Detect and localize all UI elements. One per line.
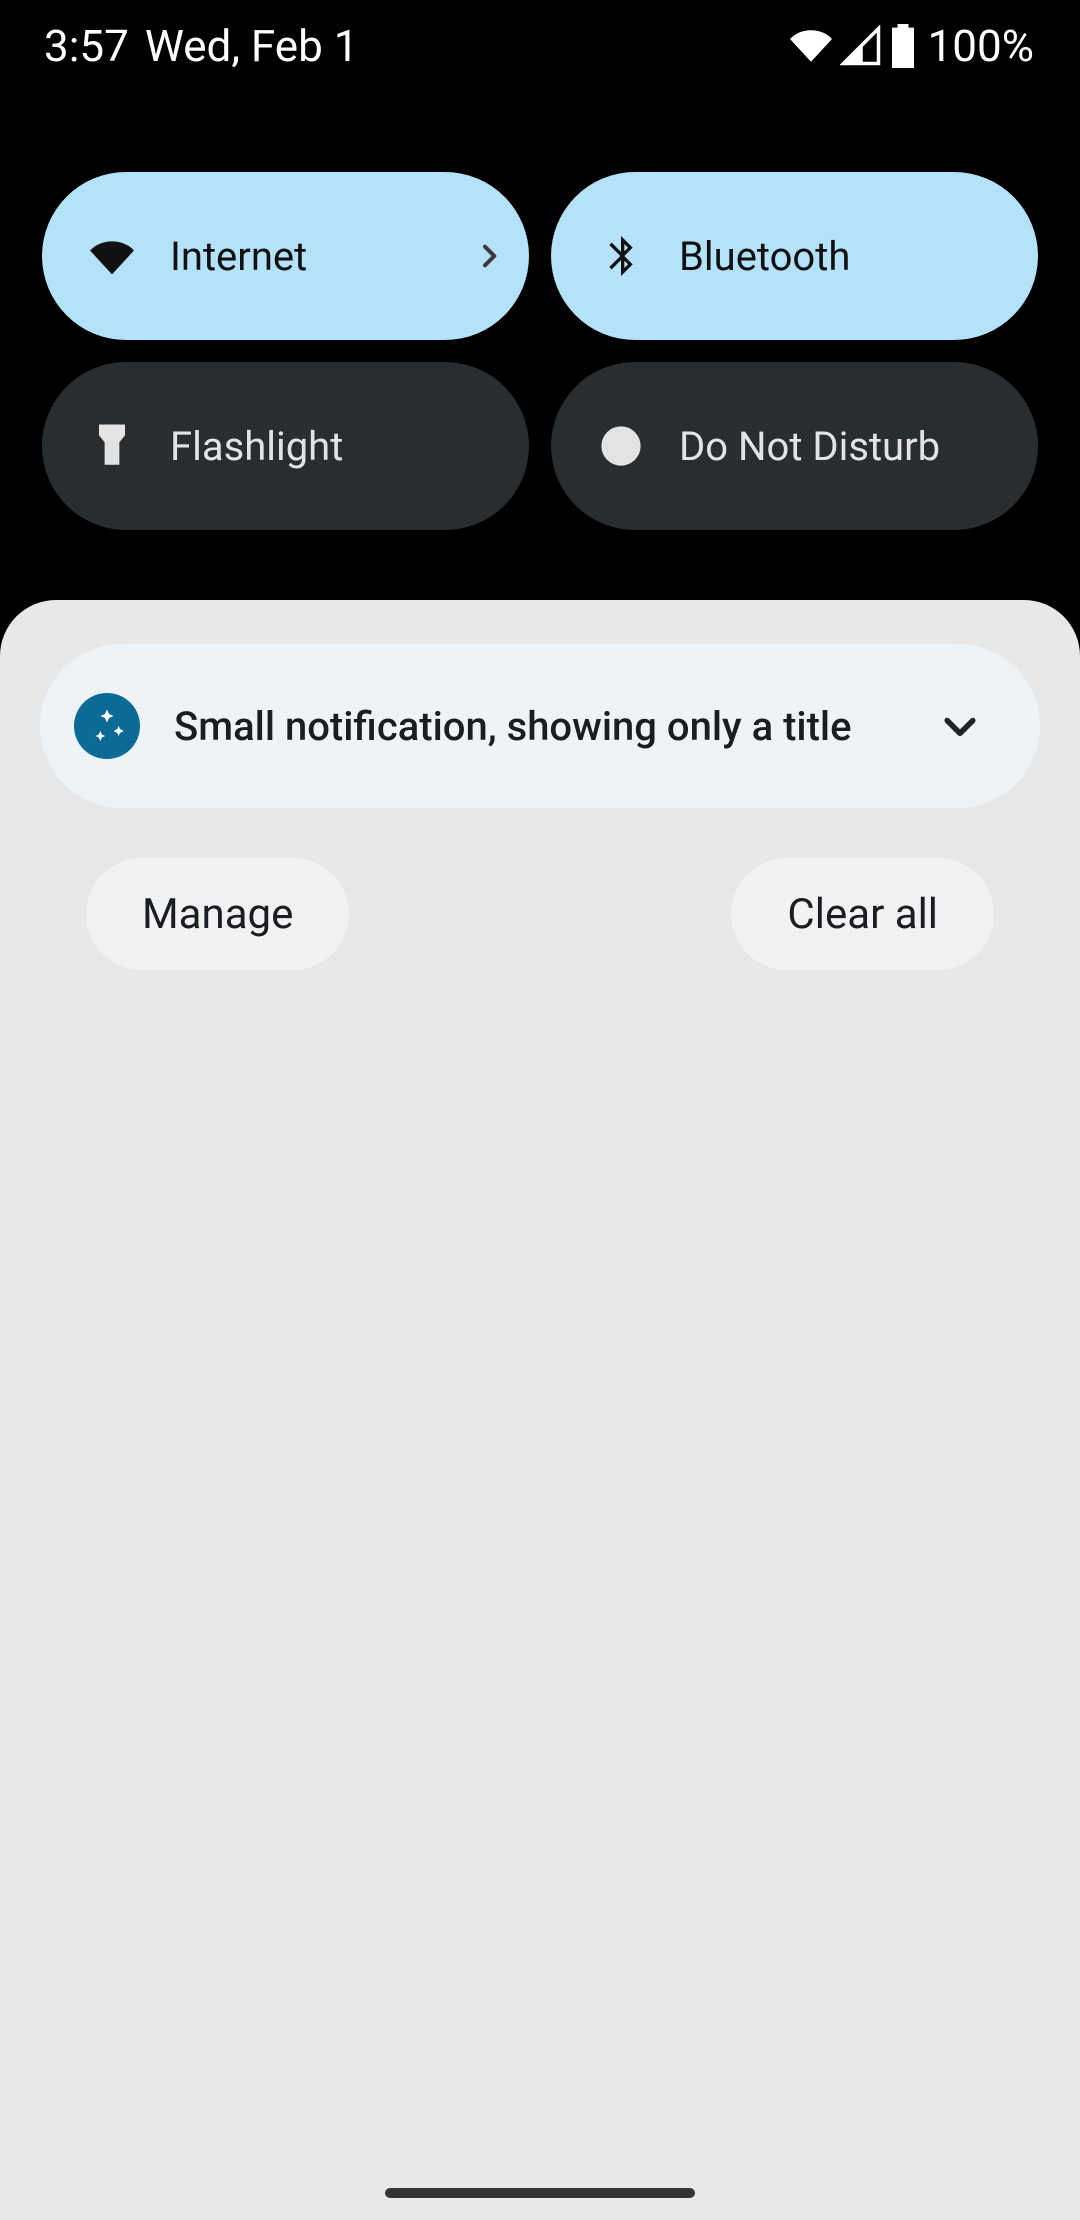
qs-tile-label: Bluetooth xyxy=(679,233,1038,280)
navigation-handle[interactable] xyxy=(385,2188,695,2198)
qs-tile-flashlight[interactable]: Flashlight xyxy=(42,362,529,530)
expand-notification-button[interactable] xyxy=(918,684,1002,768)
flashlight-icon xyxy=(90,424,134,468)
qs-tile-internet[interactable]: Internet xyxy=(42,172,529,340)
manage-button-label: Manage xyxy=(142,890,293,939)
qs-tile-bluetooth[interactable]: Bluetooth xyxy=(551,172,1038,340)
qs-tile-dnd[interactable]: Do Not Disturb xyxy=(551,362,1038,530)
clear-all-button-label: Clear all xyxy=(787,890,938,939)
cellular-icon xyxy=(840,25,882,67)
status-date: Wed, Feb 1 xyxy=(145,20,359,72)
do-not-disturb-icon xyxy=(599,424,643,468)
status-time: 3:57 xyxy=(44,20,129,72)
manage-button[interactable]: Manage xyxy=(86,858,349,970)
notification-app-icon xyxy=(74,693,140,759)
quick-settings-panel: Internet Bluetooth Flashlight xyxy=(0,92,1080,564)
wifi-icon xyxy=(90,234,134,278)
notification-shade[interactable]: Small notification, showing only a title… xyxy=(0,600,1080,2220)
bluetooth-icon xyxy=(599,234,643,278)
battery-percentage: 100% xyxy=(928,20,1034,72)
status-bar: 3:57 Wed, Feb 1 100% xyxy=(0,0,1080,92)
notification-title: Small notification, showing only a title xyxy=(174,703,884,750)
notification-actions: Manage Clear all xyxy=(86,858,994,970)
qs-tile-label: Internet xyxy=(170,233,413,280)
qs-tile-label: Flashlight xyxy=(170,423,529,470)
notification-card[interactable]: Small notification, showing only a title xyxy=(40,644,1040,808)
chevron-right-icon[interactable] xyxy=(449,240,529,272)
qs-tile-label: Do Not Disturb xyxy=(679,423,1038,470)
status-left: 3:57 Wed, Feb 1 xyxy=(44,20,358,72)
wifi-icon xyxy=(790,25,832,67)
battery-icon xyxy=(890,24,916,68)
clear-all-button[interactable]: Clear all xyxy=(731,858,994,970)
status-right: 100% xyxy=(790,20,1034,72)
